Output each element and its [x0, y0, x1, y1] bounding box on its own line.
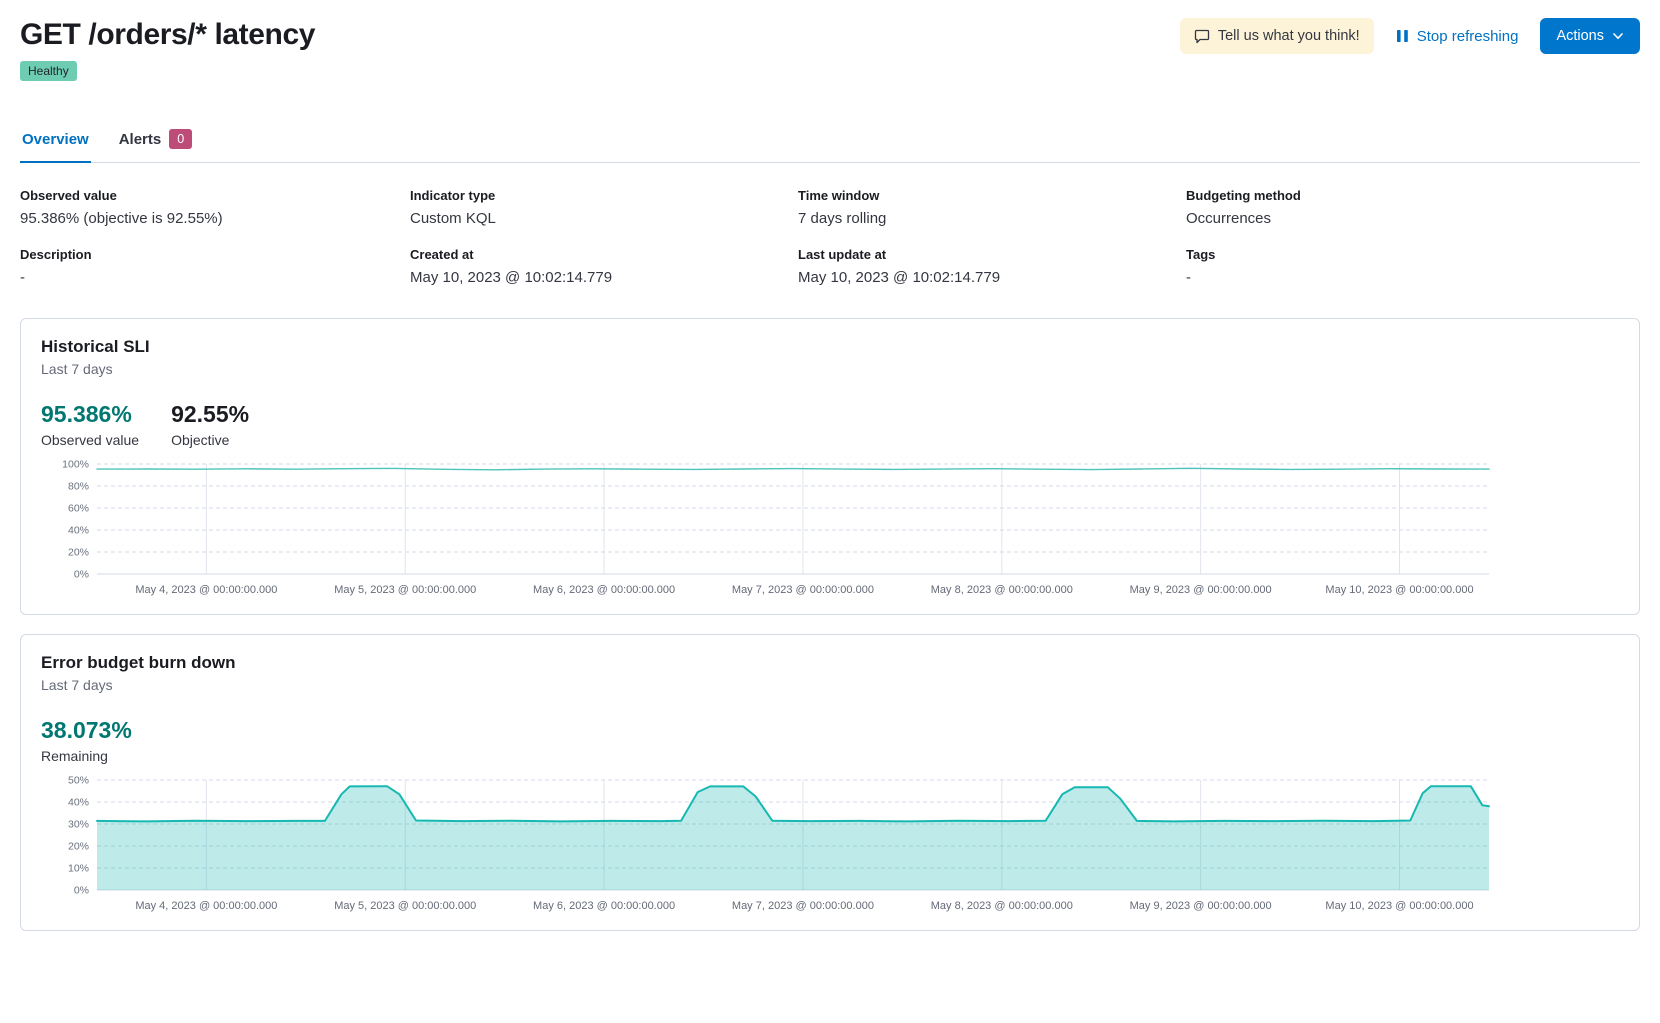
svg-text:20%: 20% [68, 841, 89, 853]
stop-refreshing-button[interactable]: Stop refreshing [1394, 22, 1521, 51]
error-budget-stats: 38.073% Remaining [41, 717, 1619, 764]
svg-text:May 5, 2023 @ 00:00:00.000: May 5, 2023 @ 00:00:00.000 [334, 900, 476, 912]
svg-text:May 6, 2023 @ 00:00:00.000: May 6, 2023 @ 00:00:00.000 [533, 584, 675, 596]
svg-text:May 8, 2023 @ 00:00:00.000: May 8, 2023 @ 00:00:00.000 [931, 584, 1073, 596]
svg-text:May 4, 2023 @ 00:00:00.000: May 4, 2023 @ 00:00:00.000 [135, 900, 277, 912]
page-title: GET /orders/* latency [20, 16, 315, 54]
svg-text:May 4, 2023 @ 00:00:00.000: May 4, 2023 @ 00:00:00.000 [135, 584, 277, 596]
svg-text:May 9, 2023 @ 00:00:00.000: May 9, 2023 @ 00:00:00.000 [1130, 584, 1272, 596]
svg-text:May 6, 2023 @ 00:00:00.000: May 6, 2023 @ 00:00:00.000 [533, 900, 675, 912]
tab-bar: Overview Alerts 0 [20, 123, 1640, 163]
historical-sli-stats: 95.386% Observed value 92.55% Objective [41, 401, 1619, 448]
page-header: GET /orders/* latency Healthy Tell us wh… [20, 16, 1640, 81]
meta-last-update-at: Last update at May 10, 2023 @ 10:02:14.7… [798, 247, 1186, 286]
historical-sli-subtitle: Last 7 days [41, 361, 1619, 377]
svg-text:60%: 60% [68, 503, 89, 515]
tab-overview-label: Overview [22, 131, 89, 148]
svg-text:20%: 20% [68, 547, 89, 559]
svg-text:0%: 0% [74, 569, 89, 581]
svg-text:May 5, 2023 @ 00:00:00.000: May 5, 2023 @ 00:00:00.000 [334, 584, 476, 596]
svg-text:40%: 40% [68, 797, 89, 809]
meta-tags: Tags - [1186, 247, 1640, 286]
svg-text:May 7, 2023 @ 00:00:00.000: May 7, 2023 @ 00:00:00.000 [732, 584, 874, 596]
stop-refreshing-label: Stop refreshing [1417, 28, 1519, 45]
error-budget-panel: Error budget burn down Last 7 days 38.07… [20, 634, 1640, 931]
svg-text:May 10, 2023 @ 00:00:00.000: May 10, 2023 @ 00:00:00.000 [1325, 900, 1473, 912]
tab-alerts-label: Alerts [119, 131, 162, 148]
meta-created-at: Created at May 10, 2023 @ 10:02:14.779 [410, 247, 798, 286]
svg-text:40%: 40% [68, 525, 89, 537]
svg-text:May 9, 2023 @ 00:00:00.000: May 9, 2023 @ 00:00:00.000 [1130, 900, 1272, 912]
feedback-button-label: Tell us what you think! [1218, 28, 1360, 44]
overview-summary: Observed value 95.386% (objective is 92.… [20, 163, 1640, 318]
header-actions: Tell us what you think! Stop refreshing … [1180, 16, 1640, 54]
actions-button-label: Actions [1556, 28, 1604, 44]
historical-sli-chart[interactable]: 0% 20% 40% 60% 80% 100% May 4, 2023 @ 00:00:00… [41, 458, 1619, 602]
svg-text:0%: 0% [74, 885, 89, 897]
chevron-down-icon [1612, 30, 1624, 42]
svg-text:May 8, 2023 @ 00:00:00.000: May 8, 2023 @ 00:00:00.000 [931, 900, 1073, 912]
meta-indicator-type: Indicator type Custom KQL [410, 188, 798, 227]
pause-icon [1396, 29, 1409, 43]
tab-alerts[interactable]: Alerts 0 [117, 123, 194, 163]
actions-button[interactable]: Actions [1540, 18, 1640, 54]
speech-bubble-icon [1194, 28, 1210, 44]
svg-text:80%: 80% [68, 481, 89, 493]
svg-text:May 7, 2023 @ 00:00:00.000: May 7, 2023 @ 00:00:00.000 [732, 900, 874, 912]
alerts-count-badge: 0 [169, 129, 192, 149]
title-block: GET /orders/* latency Healthy [20, 16, 315, 81]
svg-text:30%: 30% [68, 819, 89, 831]
meta-time-window: Time window 7 days rolling [798, 188, 1186, 227]
meta-budgeting-method: Budgeting method Occurrences [1186, 188, 1640, 227]
historical-sli-title: Historical SLI [41, 337, 1619, 357]
error-budget-subtitle: Last 7 days [41, 677, 1619, 693]
meta-observed-value: Observed value 95.386% (objective is 92.… [20, 188, 410, 227]
slo-detail-page: GET /orders/* latency Healthy Tell us wh… [0, 0, 1660, 974]
feedback-button[interactable]: Tell us what you think! [1180, 18, 1374, 54]
historical-sli-panel: Historical SLI Last 7 days 95.386% Obser… [20, 318, 1640, 615]
svg-text:50%: 50% [68, 775, 89, 787]
error-budget-chart[interactable]: 0% 10% 20% 30% 40% 50% May 4, 2023 @ 00:00:00.… [41, 774, 1619, 918]
error-budget-title: Error budget burn down [41, 653, 1619, 673]
stat-observed-value: 95.386% Observed value [41, 401, 139, 448]
svg-text:May 10, 2023 @ 00:00:00.000: May 10, 2023 @ 00:00:00.000 [1325, 584, 1473, 596]
stat-objective: 92.55% Objective [171, 401, 249, 448]
status-badge: Healthy [20, 61, 77, 81]
stat-remaining: 38.073% Remaining [41, 717, 132, 764]
meta-description: Description - [20, 247, 410, 286]
svg-text:100%: 100% [62, 459, 89, 471]
tab-overview[interactable]: Overview [20, 123, 91, 163]
svg-text:10%: 10% [68, 863, 89, 875]
